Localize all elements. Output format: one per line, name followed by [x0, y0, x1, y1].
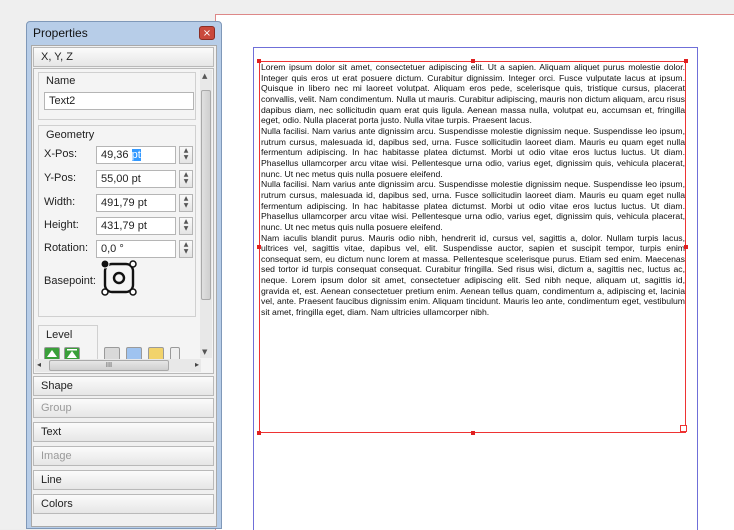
horizontal-scroll-thumb[interactable]: III	[49, 360, 169, 371]
basepoint-label: Basepoint:	[44, 275, 96, 287]
palette-title: Properties	[33, 26, 88, 40]
resize-handle-right[interactable]	[684, 245, 688, 249]
section-line-button[interactable]: Line	[33, 470, 214, 490]
level-label: Level	[46, 329, 73, 341]
xpos-label: X-Pos:	[44, 148, 78, 160]
vertical-scroll-thumb[interactable]	[201, 90, 211, 300]
palette-body: X, Y, Z Name Text2 Geometry X-Pos: 49,36…	[31, 45, 217, 527]
properties-palette[interactable]: Properties × X, Y, Z Name Text2 Geometry…	[26, 21, 222, 529]
rotation-spinner[interactable]: ▲ ▼	[179, 240, 193, 258]
paragraph-3: Nulla facilisi. Nam varius ante dignissi…	[261, 179, 685, 232]
paragraph-4: Nam iaculis blandit purus. Mauris odio n…	[261, 232, 685, 318]
scroll-down-icon[interactable]: ▼	[202, 348, 207, 356]
horizontal-scrollbar[interactable]: ◂ III ▸	[35, 359, 201, 372]
ypos-field[interactable]: 55,00 pt	[96, 170, 176, 188]
palette-titlebar[interactable]: Properties ×	[27, 22, 221, 44]
basepoint-selector-icon[interactable]	[100, 259, 138, 297]
height-label: Height:	[44, 219, 79, 231]
section-text-button[interactable]: Text	[33, 422, 214, 442]
section-shape-button[interactable]: Shape	[33, 376, 214, 396]
text-overflow-icon[interactable]	[680, 425, 687, 432]
section-group-button: Group	[33, 398, 214, 418]
scroll-right-icon[interactable]: ▸	[195, 360, 199, 369]
ypos-label: Y-Pos:	[44, 172, 77, 184]
width-label: Width:	[44, 196, 76, 208]
rotation-field[interactable]: 0,0 °	[96, 240, 176, 258]
height-field[interactable]: 431,79 pt	[96, 217, 176, 235]
resize-handle-bottom[interactable]	[471, 431, 475, 435]
close-icon[interactable]: ×	[199, 26, 215, 40]
xpos-unit-selected: pt	[131, 149, 141, 161]
text-frame[interactable]: Lorem ipsum dolor sit amet, consectetuer…	[259, 61, 686, 433]
resize-handle-bottom-left[interactable]	[257, 431, 261, 435]
xpos-field[interactable]: 49,36 pt	[96, 146, 176, 164]
name-field[interactable]: Text2	[44, 92, 194, 110]
section-image-button: Image	[33, 446, 214, 466]
xpos-number: 49,36	[101, 149, 129, 161]
scroll-up-icon[interactable]: ▲	[202, 72, 207, 80]
resize-handle-top[interactable]	[471, 59, 475, 63]
width-spinner[interactable]: ▲ ▼	[179, 194, 193, 212]
resize-handle-top-left[interactable]	[257, 59, 261, 63]
width-field[interactable]: 491,79 pt	[96, 194, 176, 212]
name-label: Name	[46, 75, 76, 87]
section-xyz-button[interactable]: X, Y, Z	[33, 47, 214, 67]
height-spinner[interactable]: ▲ ▼	[179, 217, 193, 235]
xpos-spinner[interactable]: ▲ ▼	[179, 146, 193, 164]
vertical-scrollbar[interactable]: ▲ ▼	[200, 70, 212, 358]
text-frame-content[interactable]: Lorem ipsum dolor sit amet, consectetuer…	[260, 62, 685, 432]
xyz-scroll-pane[interactable]: Name Text2 Geometry X-Pos: 49,36 pt ▲ ▼ Y…	[33, 68, 214, 374]
resize-handle-left[interactable]	[257, 245, 261, 249]
scroll-left-icon[interactable]: ◂	[37, 360, 41, 369]
paragraph-2: Nulla facilisi. Nam varius ante dignissi…	[261, 125, 685, 179]
resize-handle-top-right[interactable]	[684, 59, 688, 63]
ypos-spinner[interactable]: ▲ ▼	[179, 170, 193, 188]
geometry-label: Geometry	[46, 129, 95, 141]
section-colors-button[interactable]: Colors	[33, 494, 214, 514]
rotation-label: Rotation:	[44, 242, 89, 254]
paragraph-1: Lorem ipsum dolor sit amet, consectetuer…	[261, 62, 685, 126]
